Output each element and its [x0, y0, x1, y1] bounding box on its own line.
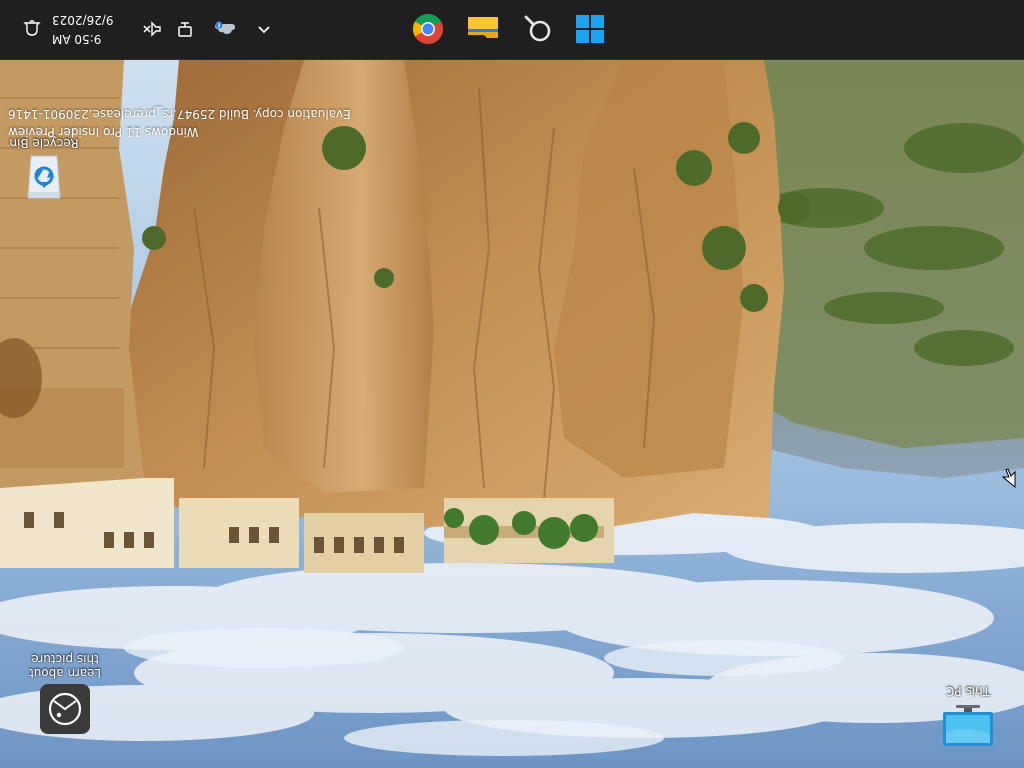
watermark-build: Evaluation copy. Build 25947.rs_prerelea… [8, 107, 351, 121]
chrome-icon [412, 13, 444, 44]
taskbar-chrome-button[interactable] [408, 9, 448, 49]
desktop-wallpaper [0, 60, 1024, 768]
taskbar: 9:50 AM 9/26/2023 [0, 0, 1024, 60]
clock-time: 9:50 AM [52, 32, 102, 46]
desktop-icon-this-pc[interactable]: This PC [925, 684, 1011, 752]
chevron-up-icon [258, 26, 270, 34]
tray-overflow-button[interactable] [252, 17, 276, 41]
windows-logo-icon [576, 15, 604, 43]
onedrive-icon [215, 21, 235, 34]
taskbar-file-explorer-button[interactable] [463, 9, 503, 49]
notification-bell-icon [23, 20, 41, 36]
desktop-icon-label: Learn about this picture [29, 652, 101, 680]
recycle-bin-icon [16, 154, 72, 204]
taskbar-search-button[interactable] [518, 9, 558, 49]
tray-network-button[interactable] [172, 17, 196, 41]
volume-muted-icon [143, 21, 161, 37]
clock-date: 9/26/2023 [52, 13, 114, 27]
desktop-icon-learn-about-picture[interactable]: Learn about this picture [22, 652, 108, 734]
taskbar-start-button[interactable] [570, 9, 610, 49]
this-pc-icon [940, 702, 996, 752]
tray-volume-button[interactable] [140, 17, 164, 41]
watermark-edition: Windows 11 Pro Insider Preview [8, 125, 199, 139]
network-icon [178, 22, 192, 37]
mouse-cursor-icon [1001, 468, 1016, 489]
folder-icon [468, 17, 498, 38]
build-watermark: Windows 11 Pro Insider Preview Evaluatio… [8, 105, 351, 141]
desktop-icon-recycle-bin[interactable]: Recycle Bin [1, 136, 87, 204]
search-icon [524, 15, 551, 42]
tray-notification-button[interactable] [20, 17, 44, 41]
spotlight-camera-icon [40, 684, 90, 734]
desktop-icon-label: This PC [946, 684, 990, 698]
tray-onedrive-button[interactable] [213, 17, 237, 41]
taskbar-clock[interactable]: 9:50 AM 9/26/2023 [52, 10, 126, 48]
desktop-screen: This PC Recycle Bin Learn about this pic… [0, 0, 1024, 768]
